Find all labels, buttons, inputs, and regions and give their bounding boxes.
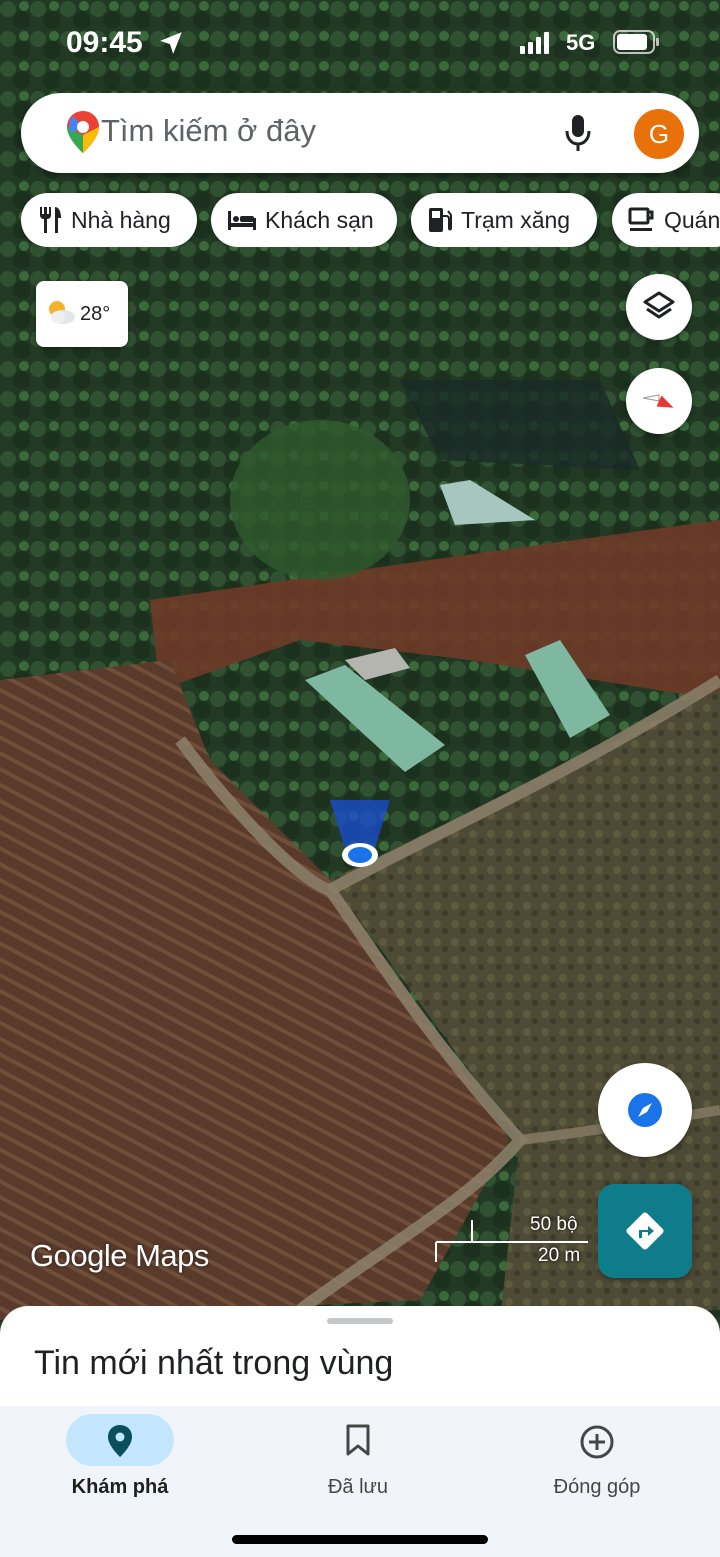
- avatar[interactable]: G: [634, 109, 684, 159]
- microphone-icon[interactable]: [564, 113, 592, 153]
- scale-metric: 20 m: [538, 1245, 581, 1266]
- nav-item-contribute[interactable]: Đóng góp: [477, 1406, 717, 1516]
- chip-gas-station[interactable]: Trạm xăng: [411, 193, 597, 247]
- search-bar[interactable]: Tìm kiếm ở đây G: [21, 93, 699, 173]
- chip-cafe[interactable]: Quán: [612, 193, 720, 247]
- layers-button[interactable]: [626, 274, 692, 340]
- chip-hotel[interactable]: Khách sạn: [211, 193, 397, 247]
- weather-temperature: 28°: [80, 303, 111, 325]
- chip-label: Nhà hàng: [71, 206, 171, 233]
- nav-item-explore[interactable]: Khám phá: [0, 1406, 240, 1516]
- hotel-icon: [228, 211, 256, 230]
- status-time: 09:45: [66, 26, 143, 59]
- chip-label: Khách sạn: [265, 206, 374, 233]
- network-type: 5G: [566, 30, 596, 55]
- compass-needle-icon: [642, 394, 674, 408]
- category-chips: Nhà hàng Khách sạn Trạm xăng Quán: [21, 193, 720, 247]
- directions-icon: [626, 1212, 664, 1250]
- location-arrow-icon: [160, 32, 182, 54]
- navigation-compass-icon: [628, 1093, 662, 1127]
- nav-label-explore: Khám phá: [71, 1476, 169, 1498]
- explore-pin-icon: [108, 1425, 132, 1457]
- sheet-title: Tin mới nhất trong vùng: [34, 1344, 394, 1382]
- compass-button[interactable]: [626, 368, 692, 434]
- sheet-drag-handle[interactable]: [327, 1318, 393, 1324]
- directions-button[interactable]: [598, 1184, 692, 1278]
- nav-label-contribute: Đóng góp: [553, 1476, 641, 1498]
- layers-icon: [643, 291, 675, 319]
- chip-label: Trạm xăng: [461, 206, 571, 233]
- partly-cloudy-icon: [49, 301, 75, 324]
- gas-station-icon: [429, 208, 452, 232]
- nav-item-saved[interactable]: Đã lưu: [238, 1406, 478, 1516]
- add-circle-icon: [580, 1425, 614, 1459]
- restaurant-icon: [40, 207, 61, 233]
- status-bar: 09:45 5G: [0, 0, 720, 90]
- google-maps-pin-icon: [67, 111, 99, 153]
- search-input[interactable]: Tìm kiếm ở đây: [101, 113, 316, 149]
- nav-label-saved: Đã lưu: [327, 1476, 389, 1498]
- bookmark-icon: [346, 1424, 370, 1456]
- google-maps-logo: Google Maps: [30, 1238, 209, 1273]
- home-indicator[interactable]: [232, 1535, 488, 1544]
- cellular-signal-icon: [520, 32, 549, 54]
- my-location-button[interactable]: [598, 1063, 692, 1157]
- scale-imperial: 50 bộ: [530, 1214, 578, 1235]
- weather-badge[interactable]: 28°: [36, 281, 128, 347]
- battery-icon: [613, 30, 659, 54]
- coffee-icon: [628, 207, 654, 231]
- chip-label: Quán: [664, 206, 720, 233]
- chip-restaurant[interactable]: Nhà hàng: [21, 193, 197, 247]
